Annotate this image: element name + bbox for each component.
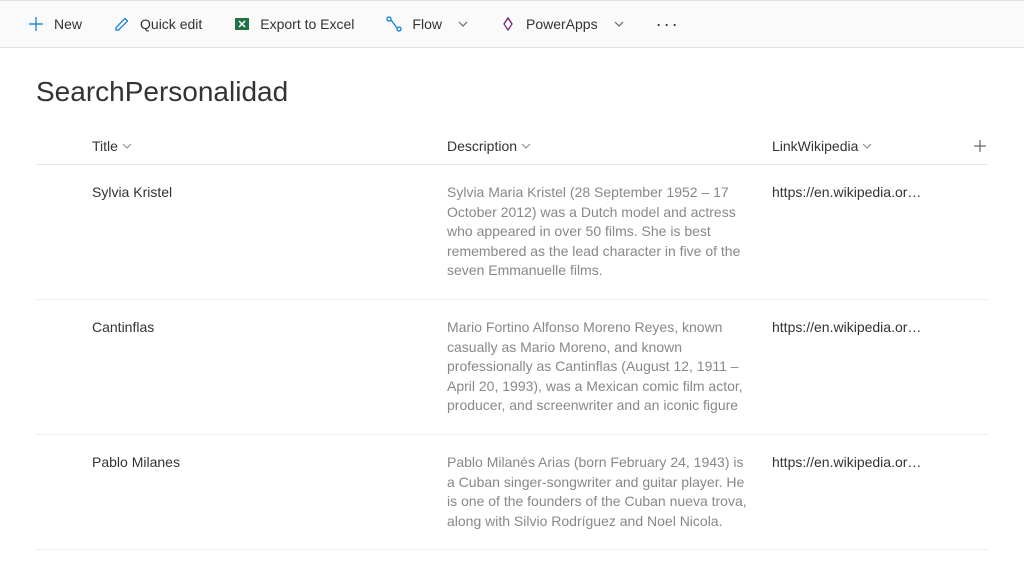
column-header-linkwikipedia[interactable]: LinkWikipedia (772, 138, 952, 154)
chevron-down-icon (521, 143, 531, 149)
cell-title[interactable]: Cantinflas (92, 318, 447, 416)
add-column-button[interactable] (972, 138, 988, 154)
table-row[interactable]: Cantinflas Mario Fortino Alfonso Moreno … (36, 300, 988, 435)
chevron-down-icon (458, 21, 468, 27)
powerapps-button[interactable]: PowerApps (500, 16, 624, 32)
cell-title[interactable]: Pablo Milanes (92, 453, 447, 531)
export-excel-label: Export to Excel (260, 16, 354, 32)
more-actions-button[interactable]: ··· (656, 14, 680, 35)
powerapps-label: PowerApps (526, 16, 598, 32)
pencil-icon (114, 16, 130, 32)
column-header-title[interactable]: Title (92, 138, 447, 154)
plus-icon (28, 16, 44, 32)
cell-title[interactable]: Sylvia Kristel (92, 183, 447, 281)
cell-link[interactable]: https://en.wikipedia.or… (772, 183, 952, 281)
cell-link[interactable]: https://en.wikipedia.or… (772, 318, 952, 416)
export-excel-button[interactable]: Export to Excel (234, 16, 354, 32)
new-label: New (54, 16, 82, 32)
quick-edit-button[interactable]: Quick edit (114, 16, 202, 32)
row-selector[interactable] (36, 318, 92, 416)
chevron-down-icon (862, 143, 872, 149)
page-title: SearchPersonalidad (0, 48, 1024, 128)
cell-link[interactable]: https://en.wikipedia.or… (772, 453, 952, 531)
chevron-down-icon (122, 143, 132, 149)
cell-description: Mario Fortino Alfonso Moreno Reyes, know… (447, 318, 772, 416)
list-table: Title Description LinkWikipedia Sylvia K… (0, 128, 1024, 550)
table-row[interactable]: Sylvia Kristel Sylvia Maria Kristel (28 … (36, 165, 988, 300)
table-header: Title Description LinkWikipedia (36, 128, 988, 165)
powerapps-icon (500, 16, 516, 32)
quick-edit-label: Quick edit (140, 16, 202, 32)
column-header-title-label: Title (92, 138, 118, 154)
new-button[interactable]: New (28, 16, 82, 32)
cell-description: Pablo Milanés Arias (born February 24, 1… (447, 453, 772, 531)
row-selector[interactable] (36, 183, 92, 281)
command-bar: New Quick edit Export to Excel Flow Powe… (0, 0, 1024, 48)
flow-icon (386, 16, 402, 32)
chevron-down-icon (614, 21, 624, 27)
row-selector[interactable] (36, 453, 92, 531)
column-header-linkwikipedia-label: LinkWikipedia (772, 138, 858, 154)
flow-label: Flow (412, 16, 442, 32)
table-row[interactable]: Pablo Milanes Pablo Milanés Arias (born … (36, 435, 988, 550)
cell-description: Sylvia Maria Kristel (28 September 1952 … (447, 183, 772, 281)
excel-icon (234, 16, 250, 32)
column-header-description-label: Description (447, 138, 517, 154)
column-header-description[interactable]: Description (447, 138, 772, 154)
flow-button[interactable]: Flow (386, 16, 468, 32)
